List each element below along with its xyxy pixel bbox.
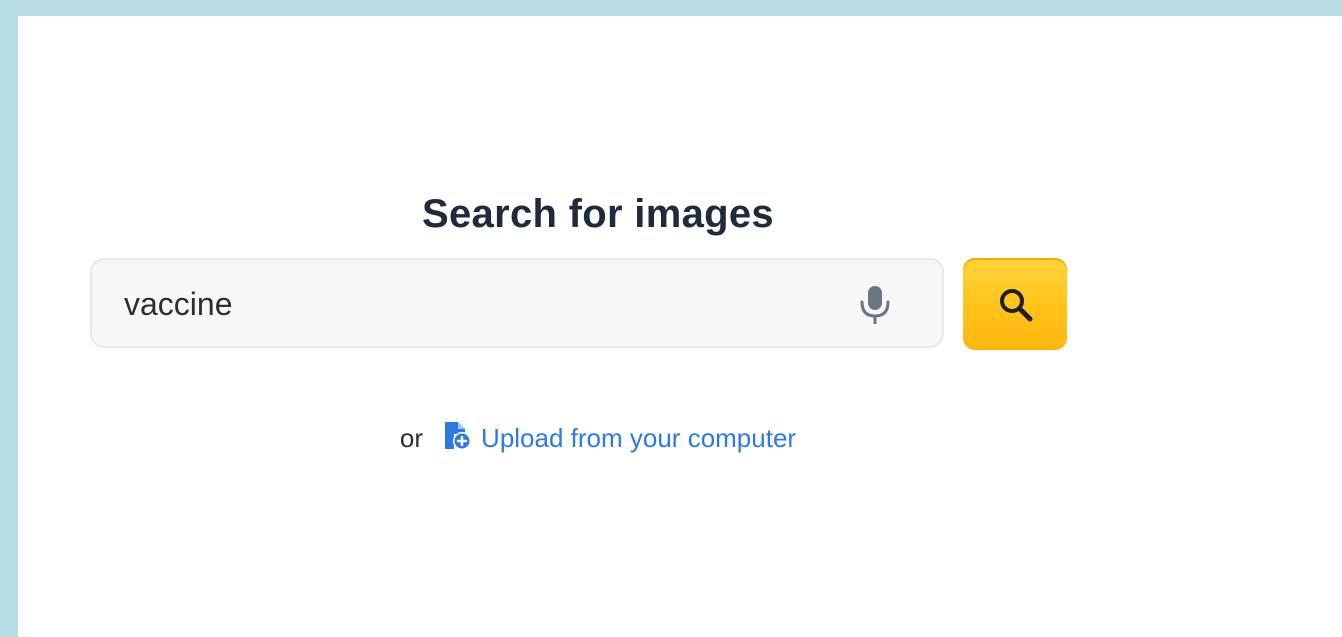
- microphone-icon[interactable]: [857, 284, 893, 325]
- or-label: or: [399, 422, 424, 453]
- search-box: [90, 258, 944, 348]
- upload-row: or Upload from your computer: [18, 418, 1178, 458]
- page-title: Search for images: [422, 192, 774, 236]
- search-button[interactable]: [963, 258, 1067, 350]
- upload-from-computer-link[interactable]: Upload from your computer: [441, 419, 796, 458]
- search-input[interactable]: [122, 274, 826, 334]
- file-upload-icon: [441, 419, 473, 458]
- search-icon: [1000, 289, 1033, 322]
- upload-link-label: Upload from your computer: [481, 422, 797, 453]
- search-page-panel: Search for images or: [18, 16, 1342, 637]
